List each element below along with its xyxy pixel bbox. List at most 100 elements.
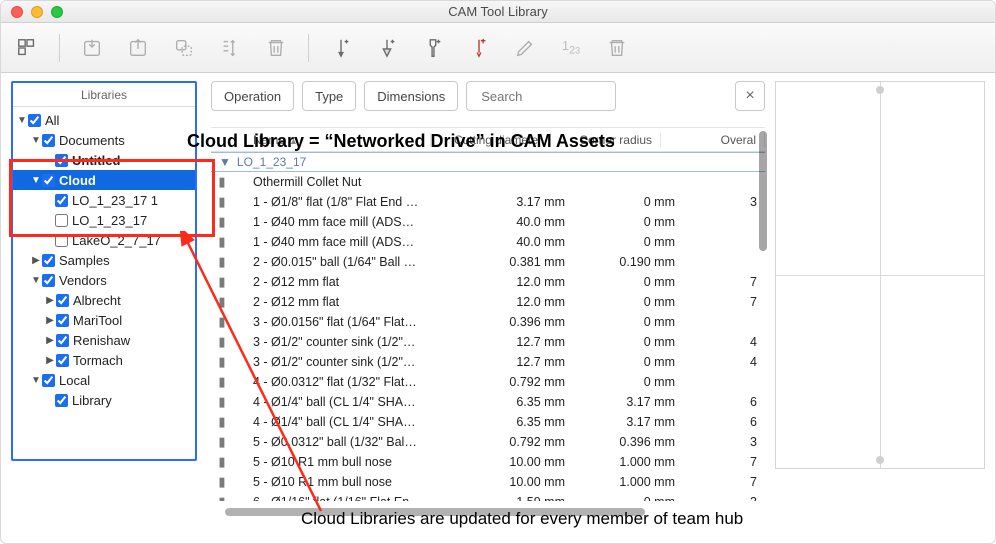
grid-body[interactable]: ▼LO_1_23_17 ▮Othermill Collet Nut▮1 - Ø1… xyxy=(211,152,765,501)
combine-icon[interactable] xyxy=(170,34,198,62)
checkbox[interactable] xyxy=(42,174,55,187)
tree-item-vendor[interactable]: ▶Tormach xyxy=(13,350,195,370)
tree-item-vendor[interactable]: ▶Renishaw xyxy=(13,330,195,350)
filter-operation-button[interactable]: Operation xyxy=(211,81,294,111)
new-holder-icon[interactable] xyxy=(419,34,447,62)
tree-item-library[interactable]: Library xyxy=(13,390,195,410)
tree-item-samples[interactable]: ▶Samples xyxy=(13,250,195,270)
tree-item-all[interactable]: ▼All xyxy=(13,110,195,130)
tool-row[interactable]: ▮Othermill Collet Nut xyxy=(211,172,765,192)
minimize-window-icon[interactable] xyxy=(31,6,43,18)
tool-name: 5 - Ø0.0312" ball (1/32" Bal… xyxy=(233,435,453,449)
tool-overall: 3 xyxy=(683,195,765,209)
vertical-scrollbar[interactable] xyxy=(757,127,769,501)
tool-row[interactable]: ▮3 - Ø1/2" counter sink (1/2"…12.7 mm0 m… xyxy=(211,332,765,352)
renumber-icon[interactable] xyxy=(216,34,244,62)
new-turn-tool-icon[interactable] xyxy=(465,34,493,62)
checkbox[interactable] xyxy=(55,234,68,247)
col-overall[interactable]: Overal xyxy=(661,133,765,147)
edit-tool-icon[interactable] xyxy=(511,34,539,62)
tree-item-cloud-child[interactable]: LakeO_2_7_17 xyxy=(13,230,195,250)
checkbox[interactable] xyxy=(42,254,55,267)
checkbox[interactable] xyxy=(55,194,68,207)
titlebar: CAM Tool Library xyxy=(1,1,995,23)
libraries-sidebar: Libraries ▼All ▼Documents Untitled ▼Clou… xyxy=(11,81,197,461)
tree-item-documents[interactable]: ▼Documents xyxy=(13,130,195,150)
tool-row[interactable]: ▮5 - Ø10 R1 mm bull nose10.00 mm1.000 mm… xyxy=(211,472,765,492)
checkbox[interactable] xyxy=(56,294,69,307)
clear-filters-button[interactable]: × xyxy=(735,81,765,111)
new-drill-tool-icon[interactable] xyxy=(373,34,401,62)
tool-cutting-diameter: 3.17 mm xyxy=(453,195,573,209)
tool-icon: ▮ xyxy=(211,474,233,490)
tool-icon: ▮ xyxy=(211,174,233,190)
checkbox[interactable] xyxy=(42,134,55,147)
checkbox[interactable] xyxy=(42,274,55,287)
checkbox[interactable] xyxy=(56,334,69,347)
delete-tool-icon[interactable] xyxy=(603,34,631,62)
tool-corner-radius: 0 mm xyxy=(573,215,683,229)
tree-item-cloud-child[interactable]: LO_1_23_17 1 xyxy=(13,190,195,210)
library-tree: ▼All ▼Documents Untitled ▼Cloud LO_1_23_… xyxy=(13,107,195,413)
tool-corner-radius: 0.190 mm xyxy=(573,255,683,269)
tree-item-cloud[interactable]: ▼Cloud xyxy=(13,170,195,190)
separator xyxy=(308,34,309,62)
tool-corner-radius: 0 mm xyxy=(573,295,683,309)
tool-row[interactable]: ▮5 - Ø10 R1 mm bull nose10.00 mm1.000 mm… xyxy=(211,452,765,472)
tool-row[interactable]: ▮1 - Ø1/8" flat (1/8" Flat End …3.17 mm0… xyxy=(211,192,765,212)
tool-row[interactable]: ▮4 - Ø1/4" ball (CL 1/4" SHA…6.35 mm3.17… xyxy=(211,412,765,432)
tool-cutting-diameter: 40.0 mm xyxy=(453,235,573,249)
filter-bar: Operation Type Dimensions × xyxy=(211,81,765,111)
tool-corner-radius: 0 mm xyxy=(573,355,683,369)
tool-row[interactable]: ▮4 - Ø1/4" ball (CL 1/4" SHA…6.35 mm3.17… xyxy=(211,392,765,412)
tool-row[interactable]: ▮1 - Ø40 mm face mill (ADS…40.0 mm0 mm xyxy=(211,212,765,232)
search-input[interactable] xyxy=(479,88,603,105)
tool-cutting-diameter: 12.0 mm xyxy=(453,275,573,289)
tool-name: 2 - Ø0.015" ball (1/64" Ball … xyxy=(233,255,453,269)
tree-item-cloud-child[interactable]: LO_1_23_17 xyxy=(13,210,195,230)
checkbox[interactable] xyxy=(55,214,68,227)
tool-row[interactable]: ▮3 - Ø0.0156" flat (1/64" Flat…0.396 mm0… xyxy=(211,312,765,332)
tree-item-vendor[interactable]: ▶Albrecht xyxy=(13,290,195,310)
tool-name: 3 - Ø0.0156" flat (1/64" Flat… xyxy=(233,315,453,329)
checkbox[interactable] xyxy=(55,394,68,407)
new-mill-tool-icon[interactable] xyxy=(327,34,355,62)
tool-preview-pane xyxy=(775,81,985,469)
search-field[interactable] xyxy=(466,81,616,111)
close-window-icon[interactable] xyxy=(11,6,23,18)
renumber-tools-icon[interactable]: 123 xyxy=(557,34,585,62)
tree-item-vendor[interactable]: ▶MariTool xyxy=(13,310,195,330)
tool-icon: ▮ xyxy=(211,434,233,450)
export-icon[interactable] xyxy=(124,34,152,62)
checkbox[interactable] xyxy=(28,114,41,127)
delete-library-icon[interactable] xyxy=(262,34,290,62)
group-row[interactable]: ▼LO_1_23_17 xyxy=(211,152,765,172)
tool-corner-radius: 3.17 mm xyxy=(573,395,683,409)
tool-row[interactable]: ▮2 - Ø0.015" ball (1/64" Ball …0.381 mm0… xyxy=(211,252,765,272)
checkbox[interactable] xyxy=(56,354,69,367)
filter-type-button[interactable]: Type xyxy=(302,81,356,111)
filter-dimensions-button[interactable]: Dimensions xyxy=(364,81,458,111)
checkbox[interactable] xyxy=(42,374,55,387)
tool-name: 2 - Ø12 mm flat xyxy=(233,275,453,289)
tree-item-untitled[interactable]: Untitled xyxy=(13,150,195,170)
tool-row[interactable]: ▮1 - Ø40 mm face mill (ADS…40.0 mm0 mm xyxy=(211,232,765,252)
scroll-thumb[interactable] xyxy=(759,131,767,251)
tool-name: 5 - Ø10 R1 mm bull nose xyxy=(233,475,453,489)
zoom-window-icon[interactable] xyxy=(51,6,63,18)
tree-item-vendors[interactable]: ▼Vendors xyxy=(13,270,195,290)
checkbox[interactable] xyxy=(56,314,69,327)
layout-grid-icon[interactable] xyxy=(13,34,41,62)
tree-item-local[interactable]: ▼Local xyxy=(13,370,195,390)
tool-row[interactable]: ▮2 - Ø12 mm flat12.0 mm0 mm7 xyxy=(211,292,765,312)
checkbox[interactable] xyxy=(55,154,68,167)
tool-row[interactable]: ▮4 - Ø0.0312" flat (1/32" Flat…0.792 mm0… xyxy=(211,372,765,392)
tool-icon: ▮ xyxy=(211,254,233,270)
import-icon[interactable] xyxy=(78,34,106,62)
tool-row[interactable]: ▮2 - Ø12 mm flat12.0 mm0 mm7 xyxy=(211,272,765,292)
tool-corner-radius: 3.17 mm xyxy=(573,415,683,429)
tool-overall: 3 xyxy=(683,435,765,449)
tool-row[interactable]: ▮5 - Ø0.0312" ball (1/32" Bal…0.792 mm0.… xyxy=(211,432,765,452)
tool-row[interactable]: ▮6 - Ø1/16" flat (1/16" Flat En…1.59 mm0… xyxy=(211,492,765,501)
tool-row[interactable]: ▮3 - Ø1/2" counter sink (1/2"…12.7 mm0 m… xyxy=(211,352,765,372)
